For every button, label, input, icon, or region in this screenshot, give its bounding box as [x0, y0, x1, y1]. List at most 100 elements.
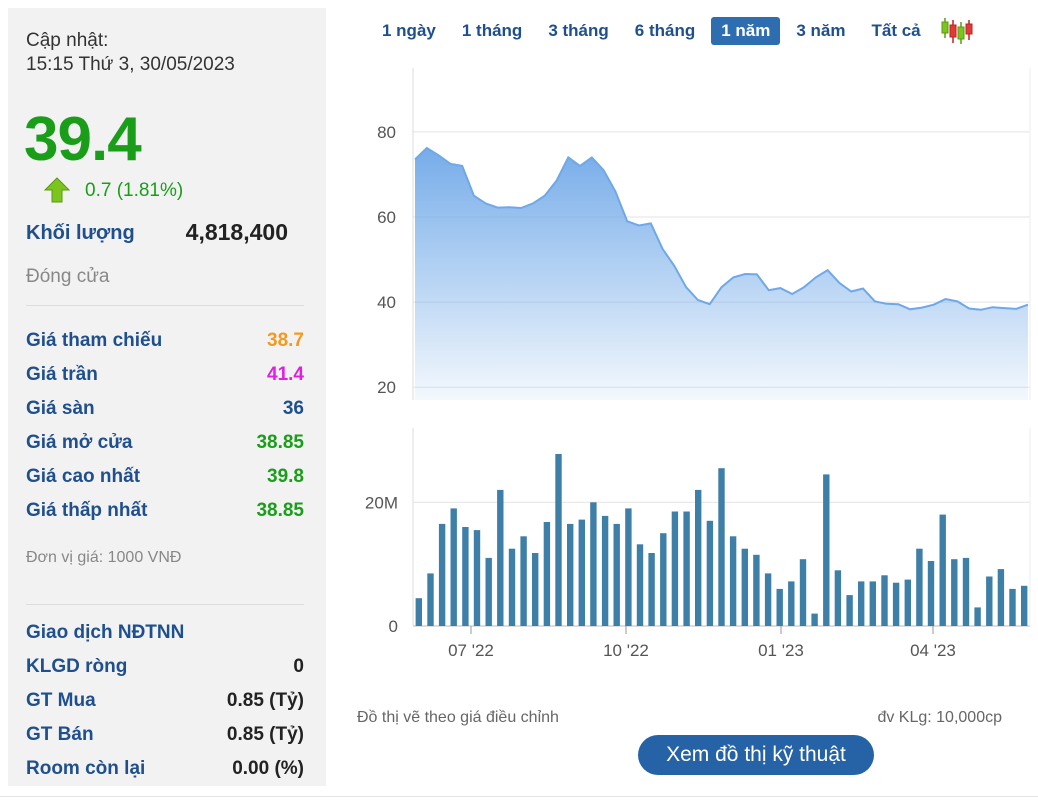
- volume-bar: [916, 548, 923, 626]
- y-tick-label: 20M: [365, 493, 398, 512]
- foreign-row-value: 0.85 (Tỷ): [226, 690, 304, 711]
- volume-bar: [986, 576, 993, 626]
- tab-1-year[interactable]: 1 năm: [711, 17, 781, 45]
- current-price: 39.4: [24, 105, 142, 174]
- price-row-value: 41.4: [267, 364, 304, 385]
- price-row-label: Giá thấp nhất: [26, 500, 148, 521]
- unit-note: Đơn vị giá: 1000 VNĐ: [26, 549, 182, 566]
- foreign-row-label: KLGD ròng: [26, 656, 128, 677]
- y-tick-label: 20: [377, 378, 396, 397]
- volume-bar: [462, 527, 469, 626]
- volume-bar: [532, 553, 539, 626]
- foreign-row-value: 0.00 (%): [232, 758, 304, 779]
- technical-chart-button[interactable]: Xem đồ thị kỹ thuật: [638, 735, 874, 775]
- volume-value: 4,818,400: [185, 219, 288, 245]
- price-row: Giá mở cửa 38.85: [26, 432, 304, 458]
- volume-bar: [927, 561, 935, 626]
- update-label: Cập nhật:: [26, 30, 109, 51]
- volume-bar: [1009, 588, 1016, 626]
- volume-bar: [753, 554, 760, 626]
- volume-bar-chart: 20M 0 07 '22 10 '22 01 '23 04 '23: [365, 428, 1031, 660]
- volume-bar: [625, 508, 632, 626]
- volume-bar: [683, 511, 690, 626]
- price-area-chart: 80 60 40 20: [377, 68, 1031, 400]
- price-row-label: Giá cao nhất: [26, 466, 141, 487]
- tab-6-months[interactable]: 6 tháng: [625, 17, 705, 45]
- volume-bar: [671, 511, 679, 626]
- volume-bar: [590, 502, 597, 627]
- volume-bar: [962, 557, 970, 626]
- volume-bar: [660, 533, 667, 626]
- foreign-row-label: Room còn lại: [26, 758, 146, 779]
- y-tick-label: 80: [377, 123, 396, 142]
- tab-3-months[interactable]: 3 tháng: [538, 17, 618, 45]
- price-row-label: Giá trần: [26, 364, 98, 385]
- volume-bar: [718, 468, 725, 626]
- foreign-row: Room còn lại 0.00 (%): [26, 758, 304, 784]
- divider: [26, 604, 304, 605]
- foreign-row-label: GT Mua: [26, 690, 96, 711]
- volume-bar: [555, 454, 562, 626]
- foreign-row-value: 0: [293, 656, 304, 677]
- volume-bar: [427, 573, 434, 626]
- price-row: Giá thấp nhất 38.85: [26, 500, 304, 526]
- volume-bar: [904, 579, 911, 626]
- volume-bar: [706, 520, 714, 626]
- price-change: 0.7 (1.81%): [85, 180, 184, 201]
- tab-3-years[interactable]: 3 năm: [786, 17, 855, 45]
- candlestick-chart-icon[interactable]: [939, 16, 975, 46]
- price-row-value: 39.8: [267, 466, 304, 487]
- volume-bar: [823, 474, 830, 626]
- price-row-label: Giá mở cửa: [26, 432, 133, 453]
- volume-bar: [497, 489, 504, 626]
- tab-1-day[interactable]: 1 ngày: [372, 17, 446, 45]
- volume-bar: [811, 613, 818, 626]
- price-row-value: 38.7: [267, 330, 304, 351]
- volume-bar: [648, 553, 655, 626]
- tab-1-month[interactable]: 1 tháng: [452, 17, 532, 45]
- volume-bar: [415, 598, 422, 626]
- price-area: [415, 148, 1028, 400]
- volume-bar: [869, 581, 876, 626]
- market-status: Đóng cửa: [26, 266, 110, 287]
- volume-label: Khối lượng: [26, 222, 135, 244]
- chart-note: Đồ thị vẽ theo giá điều chỉnh: [357, 709, 559, 726]
- price-row: Giá trần 41.4: [26, 364, 304, 390]
- volume-bar: [695, 489, 702, 626]
- update-time: 15:15 Thứ 3, 30/05/2023: [26, 54, 235, 75]
- price-row-value: 38.85: [256, 432, 304, 453]
- tab-all[interactable]: Tất cả: [862, 17, 931, 45]
- price-row-label: Giá tham chiếu: [26, 330, 163, 351]
- volume-bar: [729, 536, 737, 626]
- foreign-row: KLGD ròng 0: [26, 656, 304, 682]
- x-tick-label: 07 '22: [448, 641, 494, 660]
- volume-bar: [543, 522, 551, 626]
- volume-bar: [858, 581, 865, 626]
- divider: [0, 796, 1038, 797]
- foreign-trading-title: Giao dịch NĐTNN: [26, 622, 185, 643]
- foreign-row: GT Mua 0.85 (Tỷ): [26, 690, 304, 716]
- volume-bar: [846, 595, 853, 626]
- foreign-row: GT Bán 0.85 (Tỷ): [26, 724, 304, 750]
- volume-bar: [438, 523, 446, 626]
- volume-bar: [939, 514, 946, 626]
- volume-bar: [520, 536, 527, 626]
- volume-bar: [613, 523, 620, 626]
- x-tick-label: 01 '23: [758, 641, 804, 660]
- volume-bar: [951, 559, 958, 626]
- x-tick-label: 10 '22: [603, 641, 649, 660]
- price-row-label: Giá sàn: [26, 398, 95, 419]
- price-row: Giá tham chiếu 38.7: [26, 330, 304, 356]
- volume-bar: [485, 557, 492, 626]
- volume-bar: [636, 544, 644, 626]
- volume-bar: [601, 515, 609, 626]
- volume-bar: [1021, 585, 1028, 626]
- volume-bar: [776, 588, 783, 626]
- divider: [26, 305, 304, 306]
- y-tick-label: 0: [389, 617, 398, 636]
- volume-bar: [450, 508, 457, 626]
- volume-bar: [799, 559, 807, 626]
- stock-summary-panel: Cập nhật: 15:15 Thứ 3, 30/05/2023 39.4 0…: [8, 8, 326, 786]
- volume-bar: [997, 569, 1005, 626]
- volume-bar: [834, 570, 842, 626]
